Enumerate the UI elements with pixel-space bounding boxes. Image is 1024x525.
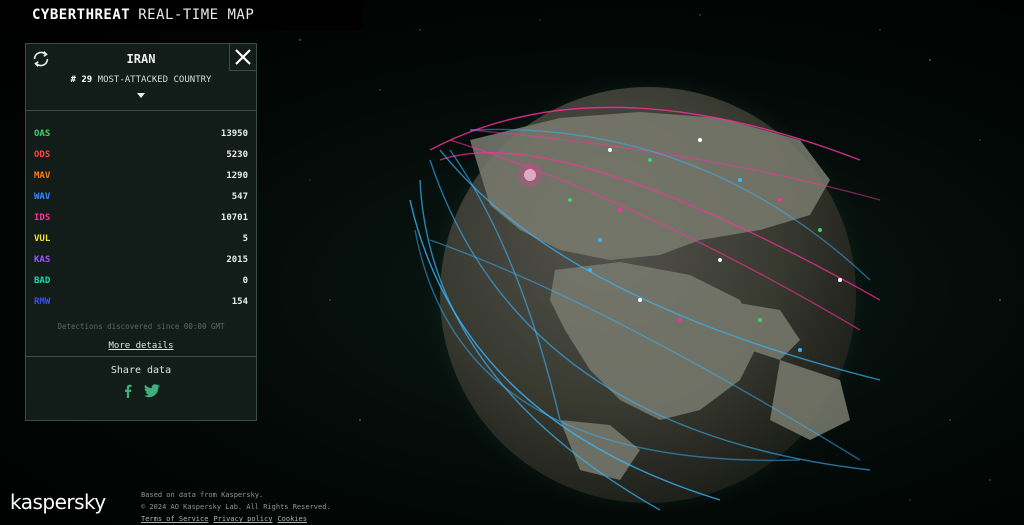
rotate-icon[interactable] bbox=[30, 48, 52, 70]
chevron-down-icon[interactable] bbox=[137, 93, 145, 98]
stat-value: 154 bbox=[231, 296, 248, 307]
share-icons bbox=[26, 384, 256, 398]
stat-value: 10701 bbox=[220, 212, 248, 223]
stat-row: MAV 1290 bbox=[34, 165, 248, 186]
terms-link[interactable]: Terms of Service bbox=[141, 513, 208, 525]
app-title-bar: CYBERTHREAT REAL-TIME MAP bbox=[0, 0, 362, 30]
rank-label: MOST-ATTACKED COUNTRY bbox=[97, 75, 212, 85]
stat-row: BAD 0 bbox=[34, 270, 248, 291]
rank-line: # 29 MOST-ATTACKED COUNTRY bbox=[26, 75, 256, 85]
rank-prefix: # bbox=[70, 75, 76, 85]
footer-line1: Based on data from Kaspersky. bbox=[141, 491, 264, 499]
stats-list: OAS 13950 ODS 5230 MAV 1290 WAV 547 IDS … bbox=[26, 111, 256, 312]
stat-value: 1290 bbox=[226, 170, 248, 181]
stat-label: OAS bbox=[34, 128, 51, 139]
stat-row: WAV 547 bbox=[34, 186, 248, 207]
stat-row: KAS 2015 bbox=[34, 249, 248, 270]
stat-label: BAD bbox=[34, 275, 51, 286]
country-stats-panel: IRAN # 29 MOST-ATTACKED COUNTRY OAS 1395… bbox=[25, 43, 257, 421]
country-name: IRAN bbox=[126, 52, 156, 66]
stat-row: ODS 5230 bbox=[34, 144, 248, 165]
detections-note: Detections discovered since 00:00 GMT bbox=[57, 322, 225, 331]
stat-row: VUL 5 bbox=[34, 228, 248, 249]
stat-label: RMW bbox=[34, 296, 51, 307]
stat-value: 5230 bbox=[226, 149, 248, 160]
stat-label: WAV bbox=[34, 191, 51, 202]
share-section: Share data bbox=[26, 356, 256, 398]
panel-header: IRAN # 29 MOST-ATTACKED COUNTRY bbox=[26, 44, 256, 111]
stat-label: MAV bbox=[34, 170, 51, 181]
stat-label: VUL bbox=[34, 233, 51, 244]
close-icon bbox=[235, 49, 251, 65]
stat-row: OAS 13950 bbox=[34, 123, 248, 144]
stat-label: IDS bbox=[34, 212, 51, 223]
kaspersky-logo[interactable]: kaspersky bbox=[10, 490, 106, 514]
share-label: Share data bbox=[110, 365, 172, 376]
footer-line2: © 2024 AO Kaspersky Lab. All Rights Rese… bbox=[141, 503, 331, 511]
more-details-link[interactable]: More details bbox=[26, 341, 256, 351]
stat-value: 13950 bbox=[220, 128, 248, 139]
stat-value: 0 bbox=[242, 275, 248, 286]
stat-value: 5 bbox=[242, 233, 248, 244]
app-title-bold: CYBERTHREAT bbox=[32, 7, 131, 23]
stat-value: 2015 bbox=[226, 254, 248, 265]
rank-number: 29 bbox=[81, 75, 93, 85]
stat-label: ODS bbox=[34, 149, 51, 160]
privacy-link[interactable]: Privacy policy bbox=[213, 513, 272, 525]
stat-value: 547 bbox=[231, 191, 248, 202]
stat-row: RMW 154 bbox=[34, 291, 248, 312]
close-button[interactable] bbox=[229, 44, 256, 71]
footer-text: Based on data from Kaspersky. © 2024 AO … bbox=[141, 489, 331, 525]
cookies-link[interactable]: Cookies bbox=[277, 513, 307, 525]
app-title-rest: REAL-TIME MAP bbox=[138, 7, 255, 23]
stat-row: IDS 10701 bbox=[34, 207, 248, 228]
facebook-icon[interactable] bbox=[122, 384, 134, 398]
footer-links: Terms of Service Privacy policy Cookies bbox=[141, 513, 331, 525]
twitter-icon[interactable] bbox=[144, 384, 160, 398]
stat-label: KAS bbox=[34, 254, 51, 265]
